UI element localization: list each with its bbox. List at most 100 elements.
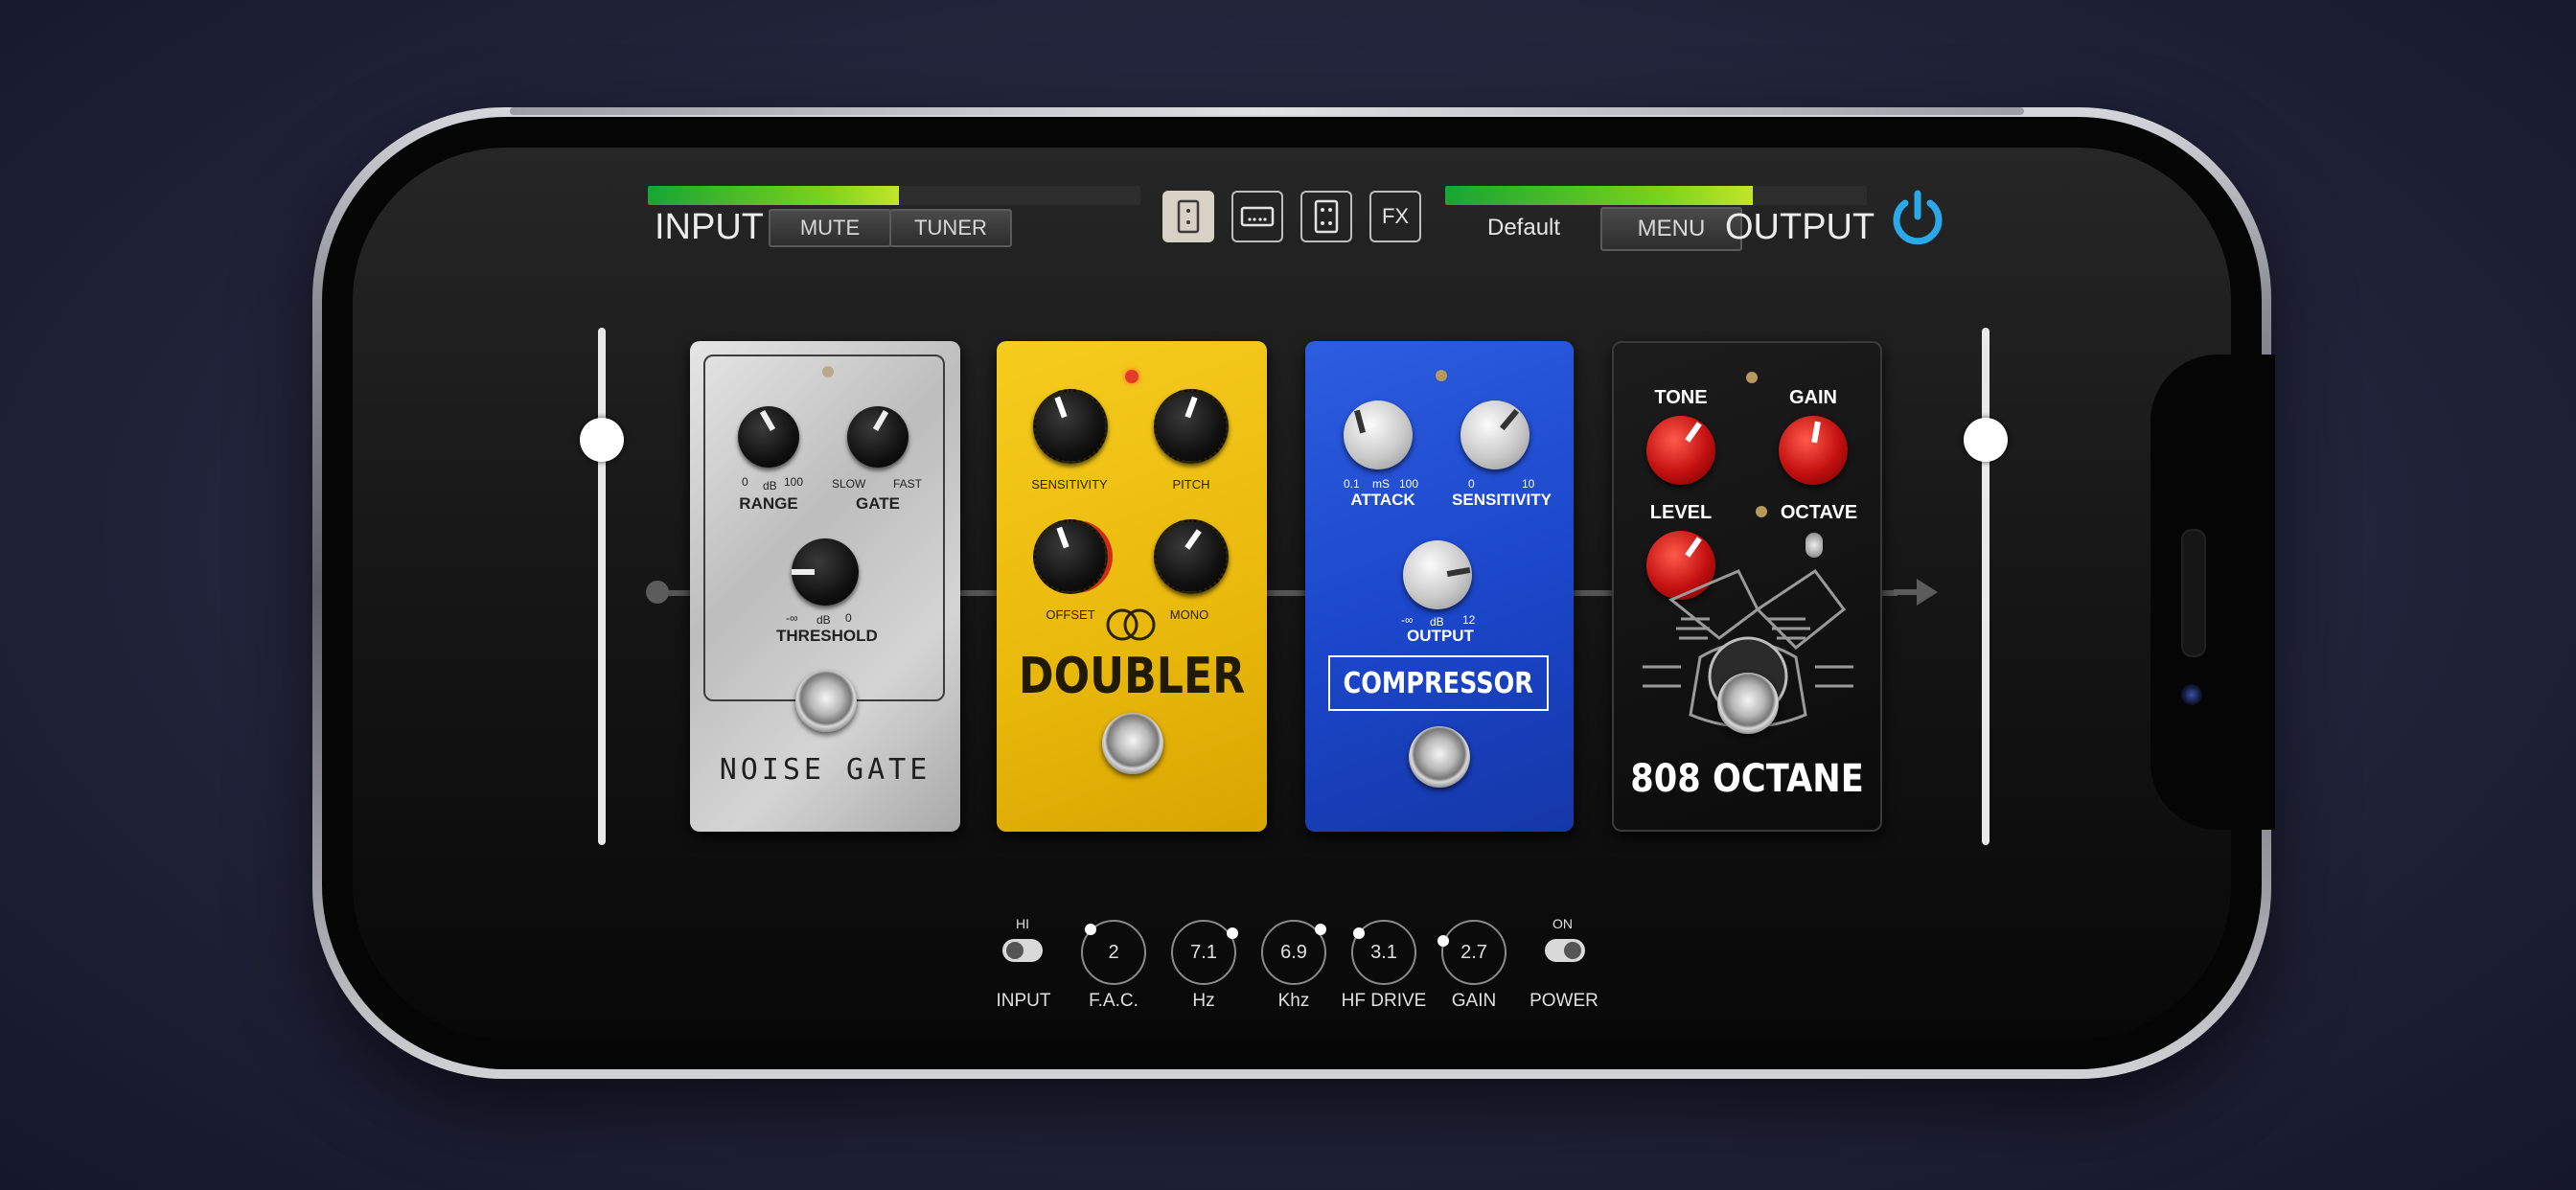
output-level-meter [1445, 186, 1867, 205]
attack-unit: mS [1372, 477, 1390, 491]
sensitivity-max: 10 [1522, 477, 1535, 491]
input-gain-slider-thumb[interactable] [580, 418, 624, 462]
tone-label: TONE [1654, 387, 1708, 408]
view-single-pedal-button[interactable] [1162, 191, 1214, 242]
compressor-footswitch[interactable] [1409, 726, 1470, 788]
output-level-fill [1445, 186, 1754, 205]
doubler-name: DOUBLER [1018, 648, 1246, 705]
view-dual-pedal-button[interactable] [1300, 191, 1352, 242]
input-gain-slider[interactable] [598, 328, 606, 845]
power-toggle[interactable] [1545, 939, 1585, 962]
doubler-led [1125, 370, 1138, 383]
gate-min: SLOW [832, 477, 866, 491]
compressor-led [1436, 370, 1447, 381]
pitch-label: PITCH [1172, 477, 1210, 492]
output-volume-slider[interactable] [1982, 328, 1990, 845]
compressor-pedal[interactable]: 0.1 mS 100 ATTACK 0 10 SENSITIVITY -∞ dB… [1305, 341, 1574, 832]
fac-label: F.A.C. [1089, 991, 1138, 1011]
khz-value: 6.9 [1280, 941, 1307, 963]
power-on-state: ON [1552, 916, 1573, 931]
octane-name: 808 OCTANE [1630, 757, 1864, 801]
octave-led [1756, 506, 1767, 517]
level-label: LEVEL [1649, 502, 1713, 523]
output-arrow-icon [1894, 579, 1938, 606]
compressor-sensitivity-knob[interactable] [1460, 400, 1530, 469]
doubler-rings-icon [1106, 608, 1156, 641]
input-level-meter [648, 186, 1140, 205]
tuner-button[interactable]: TUNER [889, 209, 1012, 247]
sensitivity-knob[interactable] [1033, 389, 1108, 464]
hz-knob-dot [1227, 927, 1238, 939]
khz-label: Khz [1277, 991, 1310, 1011]
bottom-power-label: POWER [1530, 991, 1598, 1011]
preset-name[interactable]: Default [1487, 215, 1560, 241]
mono-label: MONO [1169, 607, 1209, 622]
doubler-pedal[interactable]: SENSITIVITY PITCH OFFSET MONO DOUBLER [997, 341, 1267, 832]
doubler-footswitch[interactable] [1102, 713, 1163, 774]
offset-label: OFFSET [1046, 607, 1095, 622]
threshold-min: -∞ [786, 611, 798, 625]
noise-gate-panel [703, 355, 945, 701]
volume-button-top [510, 107, 2024, 115]
sensitivity-min: 0 [1468, 477, 1475, 491]
noise-gate-footswitch[interactable] [795, 671, 857, 732]
compressor-name: COMPRESSOR [1343, 666, 1534, 700]
offset-knob[interactable] [1033, 519, 1108, 594]
fx-button[interactable]: FX [1369, 191, 1421, 242]
compressor-sensitivity-label: SENSITIVITY [1452, 491, 1552, 509]
range-unit: dB [763, 479, 777, 492]
power-icon [1893, 190, 1943, 245]
gate-label: GATE [856, 494, 900, 513]
attack-label: ATTACK [1350, 491, 1415, 509]
range-min: 0 [742, 475, 748, 489]
phone-notch [2150, 355, 2275, 830]
compressor-output-label: OUTPUT [1407, 627, 1474, 645]
mono-knob[interactable] [1154, 519, 1229, 594]
input-hi-toggle-thumb [1006, 942, 1024, 959]
gain-knob-dot [1438, 935, 1449, 947]
octane-gain-label: GAIN [1789, 387, 1837, 408]
input-jack-icon [646, 581, 669, 604]
gate-max: FAST [893, 477, 923, 491]
front-camera-icon [2181, 684, 2202, 705]
menu-button[interactable]: MENU [1600, 207, 1742, 251]
hf-drive-value: 3.1 [1370, 941, 1397, 963]
hz-label: Hz [1192, 991, 1215, 1011]
hf-drive-label: HF DRIVE [1341, 991, 1427, 1011]
range-max: 100 [784, 475, 804, 489]
doubler-sensitivity-label: SENSITIVITY [1031, 477, 1108, 492]
fx-label: FX [1381, 204, 1410, 228]
compressor-name-box: COMPRESSOR [1328, 655, 1549, 711]
noise-gate-led [822, 366, 834, 378]
output-volume-slider-thumb[interactable] [1964, 418, 2008, 462]
threshold-knob-pointer [792, 569, 815, 575]
tone-knob[interactable] [1646, 416, 1715, 485]
octave-label: OCTAVE [1780, 502, 1858, 523]
gate-knob[interactable] [847, 406, 908, 468]
single-pedal-icon [1177, 199, 1200, 234]
octane-footswitch[interactable] [1717, 673, 1779, 734]
power-button[interactable] [1886, 186, 1949, 249]
noise-gate-name: NOISE GATE [719, 753, 932, 787]
mute-button[interactable]: MUTE [769, 209, 891, 247]
input-hi-toggle[interactable] [1002, 939, 1043, 962]
attack-min: 0.1 [1344, 477, 1360, 491]
attack-max: 100 [1399, 477, 1419, 491]
output-label: OUTPUT [1725, 207, 1875, 247]
compressor-output-knob[interactable] [1403, 540, 1472, 609]
octane-led [1746, 372, 1758, 383]
range-knob[interactable] [738, 406, 799, 468]
gain-knob[interactable]: 2.7 [1441, 920, 1506, 985]
hz-value: 7.1 [1190, 941, 1217, 963]
threshold-max: 0 [845, 611, 852, 625]
view-rack-button[interactable] [1231, 191, 1283, 242]
hf-drive-knob-dot [1353, 927, 1365, 939]
bottom-input-label: INPUT [996, 991, 1051, 1011]
input-level-fill [648, 186, 900, 205]
output-min: -∞ [1401, 613, 1414, 627]
octane-pedal[interactable]: TONE GAIN LEVEL OCTAVE 808 OCTANE [1612, 341, 1882, 832]
gain-value: 2.7 [1460, 941, 1487, 963]
noise-gate-pedal[interactable]: 0 dB 100 RANGE SLOW FAST GATE -∞ dB 0 TH… [690, 341, 960, 832]
power-toggle-thumb [1564, 942, 1581, 959]
output-max: 12 [1462, 613, 1476, 627]
